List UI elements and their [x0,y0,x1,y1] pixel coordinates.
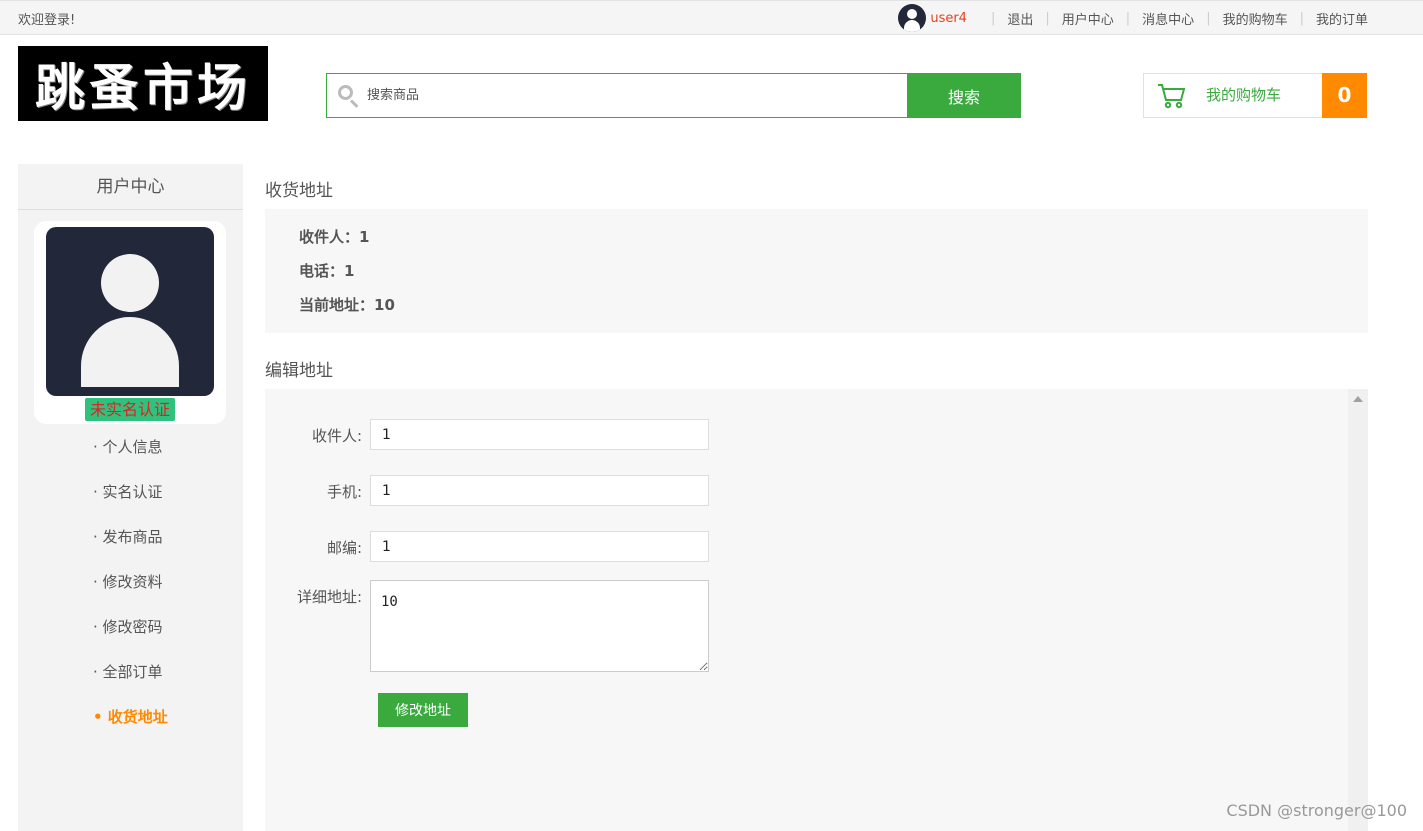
recipient-input[interactable] [370,419,709,450]
divider: | [1299,10,1304,26]
sidebar-item-change-password[interactable]: · 修改密码 [18,610,243,655]
cart-widget[interactable]: 我的购物车 0 [1143,73,1367,118]
sidebar-title: 用户中心 [18,164,243,210]
sidebar-item-publish[interactable]: · 发布商品 [18,520,243,565]
zip-label: 邮编: [326,539,362,557]
search-icon [327,74,367,117]
search-button[interactable]: 搜索 [907,73,1021,118]
sidebar-item-orders[interactable]: · 全部订单 [18,655,243,700]
sidebar-item-address[interactable]: • 收货地址 [18,700,243,745]
search-input[interactable] [367,74,907,117]
address-section-title: 收货地址 [265,181,333,201]
scroll-up-arrow-icon[interactable] [1353,396,1363,402]
detail-address-row: 详细地址: 10 [265,580,709,672]
search-bar: 搜索 [326,73,1021,118]
top-links: user4 | 退出 | 用户中心 | 消息中心 | 我的购物车 | 我的订单 [898,4,1368,32]
my-orders-link[interactable]: 我的订单 [1316,9,1368,28]
phone-input[interactable] [370,475,709,506]
divider: | [990,10,996,26]
sidebar-menu: · 个人信息 · 实名认证 · 发布商品 · 修改资料 · 修改密码 · 全部订… [18,430,243,745]
zip-input[interactable] [370,531,709,562]
sidebar-item-verification[interactable]: · 实名认证 [18,475,243,520]
current-address-info: 当前地址：10 [299,296,395,314]
logo-text: 跳蚤市场 [35,58,251,117]
current-address-panel: 收件人：1 电话：1 当前地址：10 [265,209,1368,333]
profile-card: 未实名认证 [34,221,226,424]
cart-icon [1144,74,1194,117]
edit-address-form: 收件人: 手机: 邮编: 详细地址: 10 修改地址 [265,389,1368,831]
top-bar: 欢迎登录! user4 | 退出 | 用户中心 | 消息中心 | 我的购物车 |… [0,0,1423,35]
divider: | [1125,10,1131,26]
recipient-label: 收件人: [311,427,362,445]
watermark: CSDN @stronger@100 [1226,801,1407,820]
user-center-link[interactable]: 用户中心 [1062,9,1114,28]
my-cart-link[interactable]: 我的购物车 [1223,9,1288,28]
update-address-button[interactable]: 修改地址 [378,693,468,727]
divider: | [1206,10,1211,26]
sidebar-item-profile[interactable]: · 个人信息 [18,430,243,475]
phone-label: 手机: [326,483,362,501]
edit-section-title: 编辑地址 [265,361,333,381]
phone-info: 电话：1 [299,262,355,280]
verify-status-badge[interactable]: 未实名认证 [85,398,175,421]
detail-address-label: 详细地址: [296,588,362,606]
recipient-row: 收件人: [265,419,709,450]
scrollbar[interactable] [1348,389,1368,831]
avatar-icon[interactable] [46,227,214,396]
username-link[interactable]: user4 [930,11,967,26]
zip-row: 邮编: [265,531,709,562]
message-center-link[interactable]: 消息中心 [1142,9,1194,28]
divider: | [1045,10,1050,26]
user-avatar-icon[interactable] [898,4,927,32]
phone-row: 手机: [265,475,709,506]
cart-count-badge: 0 [1322,73,1367,118]
cart-label[interactable]: 我的购物车 [1194,74,1322,117]
site-logo[interactable]: 跳蚤市场 [18,46,268,121]
welcome-text: 欢迎登录! [18,13,76,28]
sidebar: 用户中心 未实名认证 · 个人信息 · 实名认证 · 发布商品 · 修改资料 ·… [18,164,243,831]
sidebar-item-edit-profile[interactable]: · 修改资料 [18,565,243,610]
recipient-info: 收件人：1 [299,228,370,246]
logout-link[interactable]: 退出 [1007,9,1033,28]
detail-address-textarea[interactable]: 10 [370,580,709,672]
